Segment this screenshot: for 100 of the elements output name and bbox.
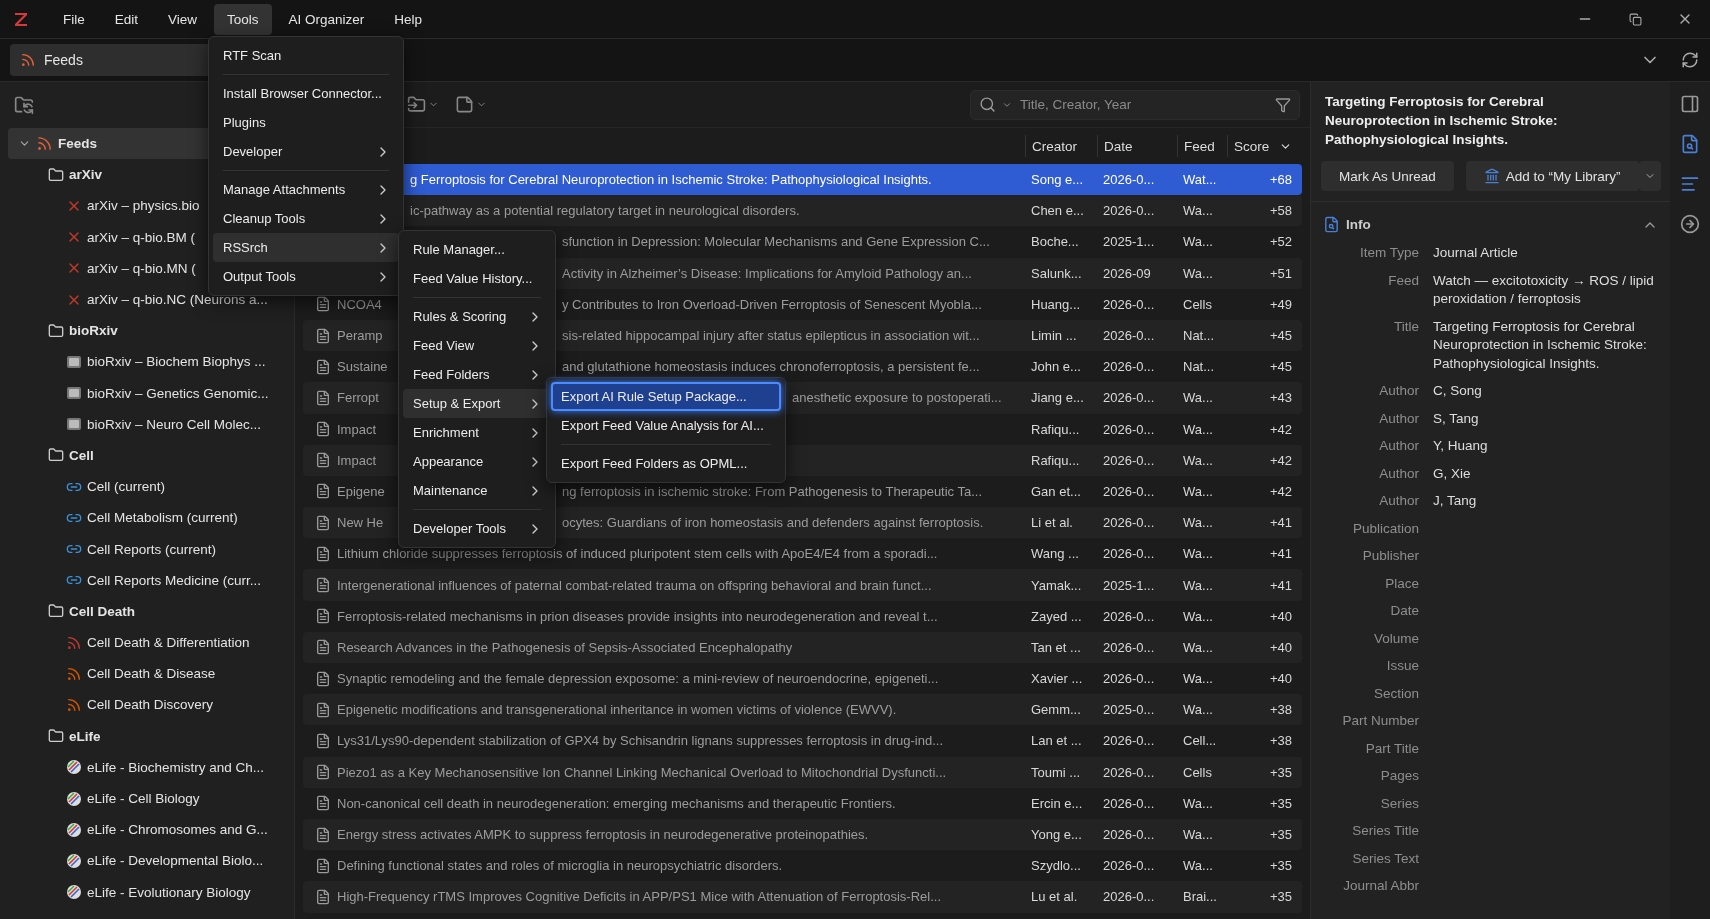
tree-item[interactable]: Cell Death & Disease (8, 658, 286, 690)
feed-cell-text: Wa... (1182, 546, 1214, 562)
field-value[interactable]: Targeting Ferroptosis for Cerebral Neuroprotection in Ischemic Stroke: Pathophysiological Insights. (1433, 317, 1658, 373)
table-row[interactable]: Energy stress activates AMPK to suppress ferroptosis in neurodegenerative proteinopathies. Yong e... 2026-0... Wa... +35 (303, 818, 1302, 851)
menu-item[interactable]: Rule Manager... (403, 235, 551, 264)
column-header[interactable]: Feed (1177, 135, 1227, 157)
date-cell-text: 2025-1... (1102, 577, 1156, 593)
menu-item[interactable]: RSSrch (213, 233, 399, 262)
info-icon[interactable] (1680, 134, 1700, 154)
menu-item[interactable]: RTF Scan (213, 41, 399, 70)
tree-item[interactable]: eLife - Chromosomes and G... (8, 814, 286, 846)
menu-item[interactable]: Export AI Rule Setup Package... (551, 382, 781, 411)
document-icon (315, 545, 331, 562)
column-header[interactable]: Creator (1025, 135, 1097, 157)
tree-item[interactable]: eLife - Developmental Biolo... (8, 845, 286, 877)
table-row[interactable]: High-Frequency rTMS Improves Cognitive Deficits in APP/PS1 Mice with Attenuation of Ferroptosis-Rel... Lu et al. 2026-0... Brai... +35 (303, 881, 1302, 913)
tree-item[interactable]: Cell Death (8, 595, 286, 627)
folder-icon (48, 728, 64, 745)
field-label: Author (1378, 464, 1419, 483)
title-cell: New He (337, 515, 384, 531)
tree-item[interactable]: eLife (8, 720, 286, 752)
library-icon (1483, 168, 1500, 184)
search-input[interactable]: Title, Creator, Year (1018, 96, 1269, 113)
field-value[interactable]: Y, Huang (1433, 437, 1658, 456)
sync-icon[interactable] (1681, 51, 1699, 69)
score-cell-text: +43 (1268, 390, 1293, 406)
menu-bar-item[interactable]: View (155, 3, 211, 35)
tree-item[interactable]: eLife - Biochemistry and Ch... (8, 751, 286, 783)
document-icon (315, 826, 331, 843)
menu-item[interactable]: Rules & Scoring (403, 302, 551, 331)
date-cell-text: 2026-0... (1102, 546, 1156, 562)
menu-bar-item[interactable]: Tools (214, 3, 272, 35)
menu-item[interactable]: Feed View (403, 331, 551, 360)
column-header[interactable]: Date (1097, 135, 1177, 157)
table-row[interactable]: Synaptic remodeling and the female depression exposome: a mini-review of neuroendocrine, epigeneti... Xavier ... 2026-0... Wa... +40 (303, 663, 1302, 695)
tree-item[interactable]: Cell Reports (current) (8, 533, 286, 565)
table-row[interactable]: Non-canonical cell death in neurodegeneration: emerging mechanisms and therapeutic Frontiers. Ercin e... 2026-0... Wa... +35 (303, 787, 1302, 819)
tree-item[interactable]: eLife - Cell Biology (8, 782, 286, 815)
field-value[interactable]: C, Song (1433, 382, 1658, 401)
new-collection-icon[interactable] (14, 95, 34, 115)
column-header[interactable]: Score (1227, 135, 1302, 157)
tree-item[interactable]: Cell (8, 439, 286, 472)
field-value[interactable]: Journal Article (1433, 244, 1658, 263)
score-cell-text: +41 (1268, 515, 1293, 531)
table-row[interactable]: Research Advances in the Pathogenesis of Sepsis-Associated Encephalopathy Tan et ... 2026-0... Wa... +40 (303, 631, 1302, 663)
table-row[interactable]: Intergenerational influences of paternal combat-related trauma on offspring behavioral and brain funct... Yamak... 2025-1... Wa... +41 (303, 569, 1302, 601)
tree-item[interactable]: Cell Metabolism (current) (8, 502, 286, 534)
field-value[interactable]: J, Tang (1433, 492, 1658, 511)
menu-item[interactable]: Feed Folders (403, 360, 551, 389)
date-cell-text: 2026-0... (1102, 858, 1156, 874)
add-to-library-button[interactable]: Add to “My Library” (1465, 161, 1639, 191)
restore-icon[interactable] (1628, 12, 1642, 26)
menu-item[interactable]: Manage Attachments (213, 175, 399, 204)
menu-bar-item[interactable]: Edit (101, 3, 152, 35)
table-row[interactable]: Defining functional states and roles of microglia in neuropsychiatric disorders. Szydlo... 2026-0... Wa... +35 (303, 850, 1302, 882)
menu-item[interactable]: Feed Value History... (403, 264, 551, 293)
note-icon[interactable] (455, 95, 474, 114)
search-field[interactable]: Title, Creator, Year (970, 89, 1300, 120)
field-label: Place (1384, 574, 1419, 593)
table-row[interactable]: Piezo1 as a Key Mechanosensitive Ion Channel Linking Mechanical Overload to Mitochondrial Dysfuncti... Toumi ... 2026-0... Cells +35 (303, 756, 1302, 788)
creator-cell-text: Lu et al. (1030, 889, 1079, 905)
tree-item[interactable]: Cell Death & Differentiation (8, 627, 286, 659)
creator-cell-text: Rafiqu... (1030, 421, 1081, 437)
locate-icon[interactable] (1680, 214, 1700, 234)
menu-item[interactable]: Export Feed Folders as OPML... (551, 449, 781, 478)
table-row[interactable]: Ferroptosis-related mechanisms in prion diseases provide insights into neurodegeneration and reveal t... Zayed ... 2026-0... Wa... +40 (303, 600, 1302, 632)
creator-cell-text: John e... (1030, 359, 1082, 375)
date-cell-text: 2026-0... (1102, 421, 1156, 437)
tree-item[interactable]: eLife - Evolutionary Biology (8, 876, 286, 908)
tree-item[interactable]: bioRxiv – Neuro Cell Molec... (8, 408, 286, 440)
tree-item[interactable]: bioRxiv (8, 315, 286, 347)
menu-bar-item[interactable]: Help (381, 3, 436, 35)
field-value[interactable]: S, Tang (1433, 409, 1658, 428)
menu-item[interactable]: Export Feed Value Analysis for AI... (551, 411, 781, 440)
tree-item[interactable]: Cell (current) (8, 471, 286, 503)
tree-item[interactable]: Cell Reports Medicine (curr... (8, 564, 286, 596)
menu-item[interactable]: Install Browser Connector... (213, 79, 399, 108)
tree-item[interactable]: bioRxiv – Genetics Genomic... (8, 377, 286, 409)
notes-icon[interactable] (1680, 174, 1700, 194)
field-label: Volume (1372, 629, 1419, 648)
score-cell-text: +51 (1268, 265, 1293, 281)
field-value[interactable]: G, Xie (1433, 464, 1658, 483)
field-label: Series Text (1351, 849, 1419, 868)
logo-icon (66, 385, 82, 402)
tree-item[interactable]: bioRxiv – Biochem Biophys ... (8, 346, 286, 378)
menu-item[interactable]: Maintenance (403, 476, 551, 505)
folder-icon[interactable] (407, 95, 426, 114)
menu-bar-item[interactable]: AI Organizer (275, 3, 378, 35)
tree-item[interactable]: Cell Death Discovery (8, 689, 286, 721)
feeds-tab[interactable]: Feeds (10, 44, 210, 76)
pane-toggle-icon[interactable] (1680, 94, 1700, 114)
score-cell-text: +40 (1268, 639, 1293, 655)
menu-bar-item[interactable]: File (50, 3, 98, 35)
field-value[interactable]: Watch — excitotoxicity → ROS / lipid peroxidation / ferroptosis (1433, 271, 1658, 309)
table-row[interactable]: Lys31/Lys90-dependent stabilization of GPX4 by Schisandrin lignans suppresses ferroptosis in drug-ind... Lan et ... 2026-0... Cell... +38 (303, 725, 1302, 757)
menu-item[interactable]: Cleanup Tools (213, 204, 399, 233)
table-row[interactable]: Epigenetic modifications and transgenerational inheritance in women victims of violence (EWVV). Gemm... 2025-0... Wa... +38 (303, 694, 1302, 726)
filter-icon[interactable] (1275, 96, 1291, 113)
mark-unread-button[interactable]: Mark As Unread (1321, 161, 1454, 191)
logo-icon (66, 416, 82, 433)
